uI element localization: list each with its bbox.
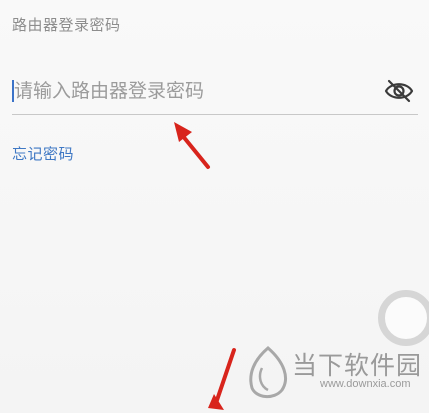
password-input[interactable]	[12, 76, 374, 106]
password-input-container	[12, 72, 418, 115]
watermark-brand: 当下软件园	[292, 351, 423, 380]
forgot-password-link[interactable]: 忘记密码	[12, 143, 74, 164]
downxia-logo-icon	[249, 346, 287, 398]
watermark: 当下软件园 www.downxia.com	[240, 344, 429, 404]
password-screen: 路由器登录密码 忘记密码 当下软件园 www.downxia.com	[0, 0, 429, 413]
red-arrow-icon	[174, 122, 210, 169]
password-field-label: 路由器登录密码	[12, 16, 121, 34]
eye-off-icon[interactable]	[384, 78, 414, 104]
ring-icon[interactable]	[378, 290, 429, 346]
red-arrow-icon	[208, 348, 236, 410]
watermark-url: www.downxia.com	[320, 378, 411, 390]
